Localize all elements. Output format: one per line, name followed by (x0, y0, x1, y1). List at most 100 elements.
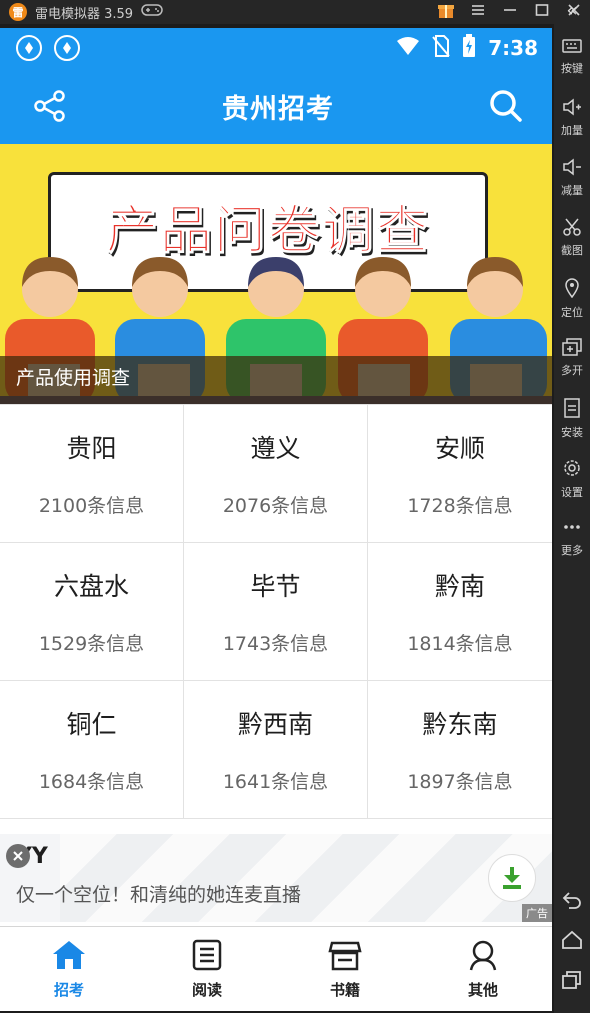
tab-label: 招考 (53, 980, 84, 999)
region-cell-liupanshui[interactable]: 六盘水 1529条信息 (0, 543, 184, 681)
region-count: 2100条信息 (38, 495, 145, 517)
tab-other[interactable]: 其他 (414, 927, 552, 1011)
banner-caption: 产品使用调查 (0, 356, 552, 396)
region-count: 1897条信息 (407, 771, 513, 793)
wifi-icon (396, 36, 420, 61)
tab-books[interactable]: 书籍 (276, 927, 414, 1011)
double-chevron-left-icon[interactable]: « (554, 0, 590, 24)
region-cell-guiyang[interactable]: 贵阳 2100条信息 (0, 405, 184, 543)
sidebar-item-settings[interactable]: 设置 (554, 458, 590, 500)
gamepad-icon[interactable] (141, 3, 163, 21)
volume-down-icon (554, 158, 590, 182)
sidebar-item-label: 按键 (561, 62, 583, 75)
tab-reading[interactable]: 阅读 (138, 927, 276, 1011)
sidebar-item-install[interactable]: 安装 (554, 398, 590, 440)
location-icon (554, 278, 590, 304)
sidebar-item-screenshot[interactable]: 截图 (554, 218, 590, 258)
sidebar-item-volume-up[interactable]: 加量 (554, 98, 590, 138)
sidebar-item-label: 安装 (561, 426, 583, 439)
region-name: 黔南 (434, 572, 485, 601)
app-bar: 贵州招考 (0, 68, 552, 144)
region-cell-qiandongnan[interactable]: 黔东南 1897条信息 (368, 681, 552, 819)
app-notification-icon (54, 35, 80, 61)
region-name: 黔东南 (422, 710, 498, 739)
home-icon[interactable] (554, 930, 590, 955)
scissors-icon (554, 218, 590, 242)
ad-banner[interactable]: YY 仅一个空位！和清纯的她连麦直播 广告 (0, 834, 552, 922)
region-name: 遵义 (250, 434, 301, 463)
sidebar-item-label: 多开 (561, 364, 583, 377)
search-icon[interactable] (486, 86, 526, 126)
recents-icon[interactable] (554, 970, 590, 995)
sidebar-item-label: 加量 (561, 124, 583, 137)
region-count: 1529条信息 (38, 633, 145, 655)
menu-icon[interactable] (462, 4, 494, 20)
sidebar-item-label: 截图 (561, 244, 583, 257)
region-count: 1743条信息 (222, 633, 329, 655)
ad-tag: 广告 (522, 904, 552, 922)
region-count: 1728条信息 (407, 495, 513, 517)
sidebar-item-keys[interactable]: 按键 (554, 38, 590, 76)
download-icon[interactable] (488, 854, 536, 902)
sidebar-item-label: 减量 (561, 184, 583, 197)
region-cell-tongren[interactable]: 铜仁 1684条信息 (0, 681, 184, 819)
keyboard-icon (554, 38, 590, 60)
region-grid: 贵阳 2100条信息 遵义 2076条信息 安顺 1728条信息 六盘水 152… (0, 404, 552, 819)
region-cell-zunyi[interactable]: 遵义 2076条信息 (184, 405, 368, 543)
phone-screen: 7:38 贵州招考 产品问卷调查 产品使用调查 贵阳 2100条信息 遵义 20… (0, 28, 552, 1011)
region-name: 六盘水 (53, 572, 129, 601)
bookstore-icon (328, 939, 362, 975)
multi-instance-icon (554, 338, 590, 362)
tab-label: 书籍 (329, 980, 360, 999)
ad-close-icon[interactable] (6, 844, 30, 868)
share-icon[interactable] (30, 86, 70, 126)
home-icon (51, 939, 87, 975)
battery-charging-icon (462, 33, 476, 63)
status-bar: 7:38 (0, 28, 552, 68)
gift-icon[interactable] (430, 1, 462, 23)
region-count: 1814条信息 (407, 633, 513, 655)
region-cell-qianxinan[interactable]: 黔西南 1641条信息 (184, 681, 368, 819)
region-name: 黔西南 (237, 710, 313, 739)
emulator-title: 雷电模拟器 3.59 (35, 6, 134, 22)
sidebar-item-more[interactable]: 更多 (554, 518, 590, 558)
region-cell-bijie[interactable]: 毕节 1743条信息 (184, 543, 368, 681)
app-notification-icon (16, 35, 42, 61)
volume-up-icon (554, 98, 590, 122)
tab-exams[interactable]: 招考 (0, 927, 138, 1011)
region-count: 2076条信息 (222, 495, 329, 517)
emulator-logo-icon: 雷 (9, 3, 27, 21)
tab-label: 其他 (467, 980, 498, 999)
back-icon[interactable] (554, 890, 590, 915)
ad-text: 仅一个空位！和清纯的她连麦直播 (16, 884, 302, 906)
minimize-icon[interactable] (494, 4, 526, 20)
banner-divider (0, 396, 552, 404)
sidebar-item-label: 定位 (561, 306, 583, 319)
bottom-nav: 招考 阅读 书籍 其他 (0, 926, 552, 1011)
region-cell-anshun[interactable]: 安顺 1728条信息 (368, 405, 552, 543)
region-name: 贵阳 (66, 434, 117, 463)
region-name: 安顺 (434, 434, 485, 463)
apk-install-icon (554, 398, 590, 424)
region-count: 1641条信息 (222, 771, 329, 793)
region-count: 1684条信息 (38, 771, 145, 793)
region-cell-qiannan[interactable]: 黔南 1814条信息 (368, 543, 552, 681)
sidebar-item-label: 更多 (561, 544, 583, 557)
region-name: 铜仁 (66, 710, 117, 739)
sidebar-item-label: 设置 (561, 486, 583, 499)
emulator-titlebar: 雷 雷电模拟器 3.59 (0, 0, 590, 24)
survey-banner[interactable]: 产品问卷调查 产品使用调查 (0, 144, 552, 404)
status-time: 7:38 (488, 36, 538, 60)
more-icon (554, 518, 590, 542)
person-icon (467, 939, 499, 975)
no-sim-icon (432, 34, 451, 62)
tab-label: 阅读 (191, 980, 222, 999)
sidebar-item-volume-down[interactable]: 减量 (554, 158, 590, 198)
page-title: 贵州招考 (222, 93, 334, 125)
sidebar-item-location[interactable]: 定位 (554, 278, 590, 320)
emulator-sidebar: « 按键 加量 减量 截图 定位 多开 安装 设置 更多 (554, 0, 590, 1013)
settings-icon (554, 458, 590, 484)
sidebar-item-multi[interactable]: 多开 (554, 338, 590, 378)
reader-icon (191, 939, 223, 975)
ad-background (60, 834, 552, 922)
